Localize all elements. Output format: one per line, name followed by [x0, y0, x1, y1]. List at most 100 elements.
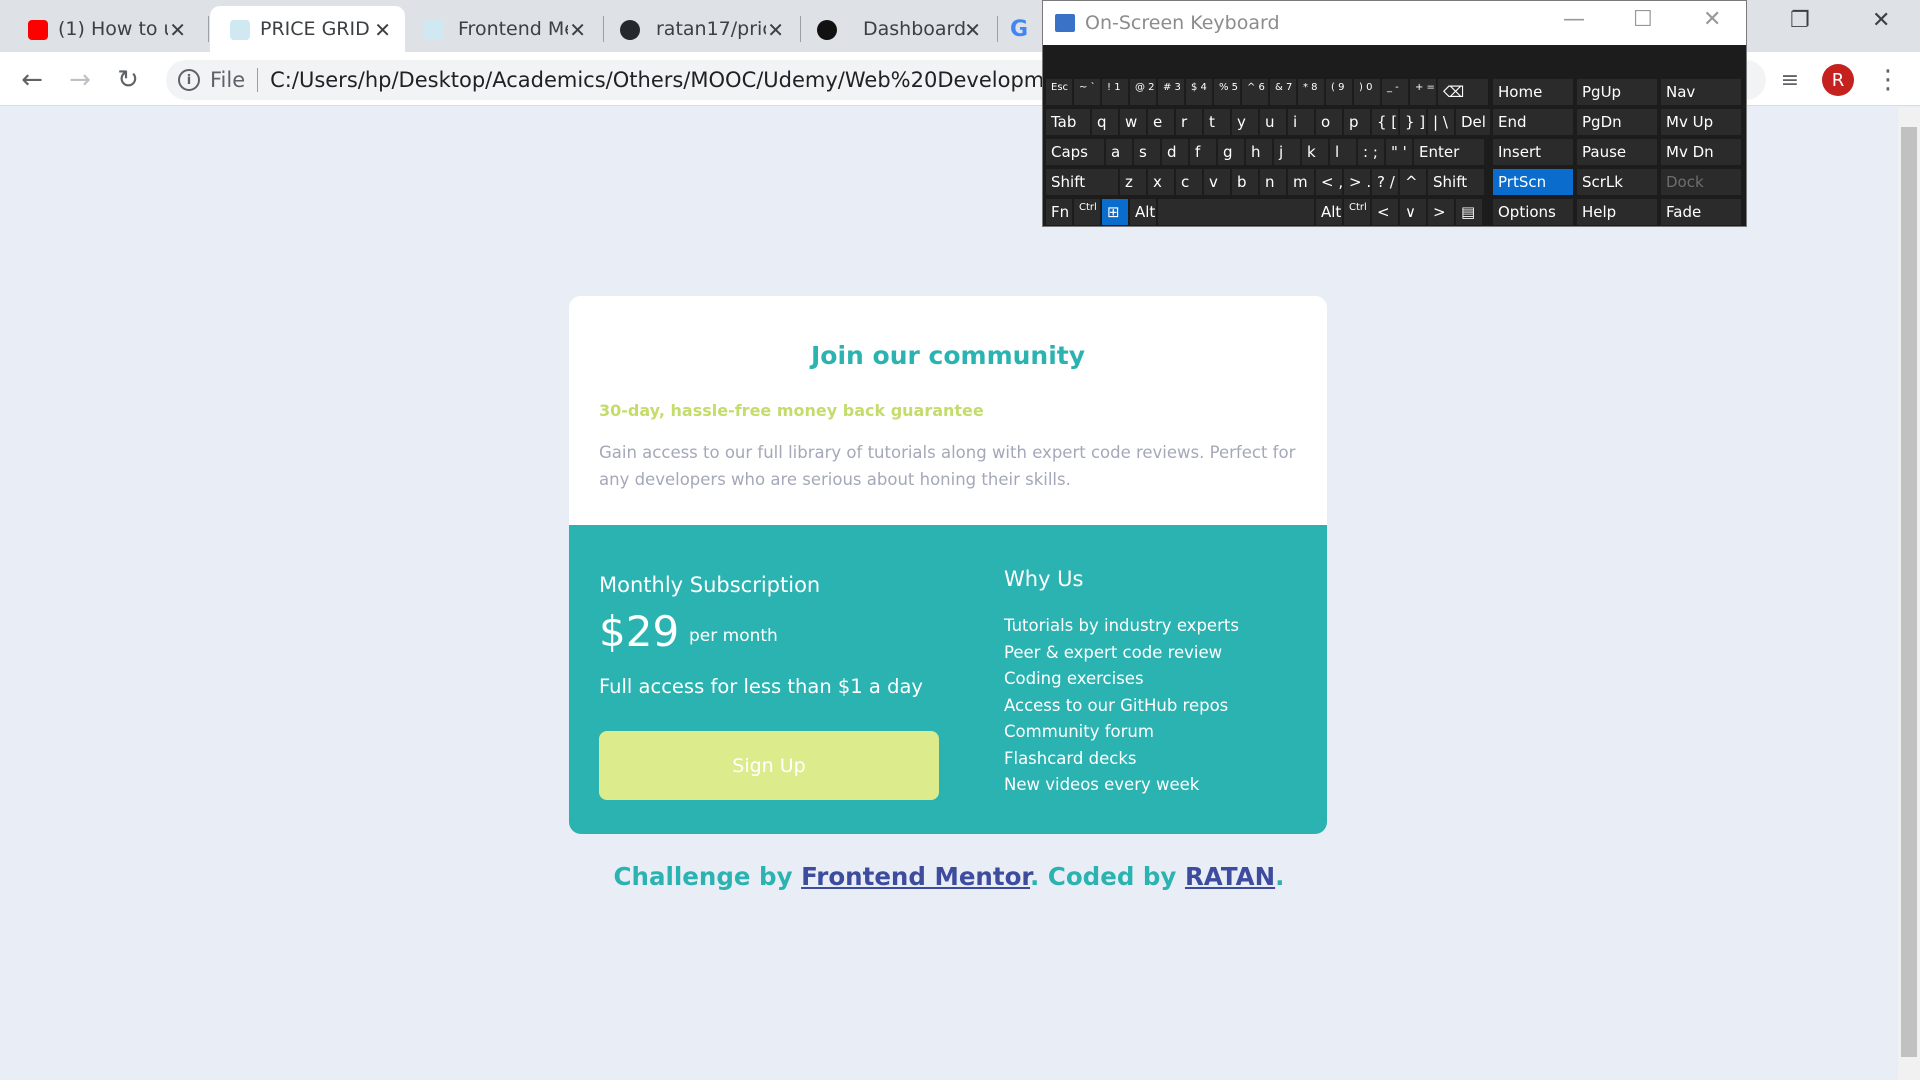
osk-key[interactable]: ∨: [1400, 199, 1426, 225]
osk-key[interactable]: e: [1148, 109, 1174, 135]
osk-nav-key[interactable]: Pause: [1577, 139, 1657, 165]
close-icon[interactable]: ✕: [169, 18, 186, 42]
scrollbar-thumb[interactable]: [1901, 127, 1917, 1057]
osk-nav-key[interactable]: End: [1493, 109, 1573, 135]
close-icon[interactable]: ✕: [1703, 7, 1721, 32]
window-close-icon[interactable]: ✕: [1872, 8, 1890, 33]
osk-nav-key[interactable]: ScrLk: [1577, 169, 1657, 195]
osk-key[interactable]: Ctrl: [1344, 199, 1370, 225]
close-icon[interactable]: ✕: [964, 18, 981, 42]
osk-nav-key[interactable]: Nav: [1661, 79, 1741, 105]
osk-key[interactable]: h: [1246, 139, 1272, 165]
osk-key[interactable]: ⊞: [1102, 199, 1128, 225]
osk-key[interactable]: * 8: [1298, 79, 1324, 105]
osk-nav-key[interactable]: Insert: [1493, 139, 1573, 165]
osk-key[interactable]: _ -: [1382, 79, 1408, 105]
osk-key[interactable]: Alt: [1316, 199, 1342, 225]
osk-key[interactable]: Ctrl: [1074, 199, 1100, 225]
forward-icon[interactable]: →: [62, 62, 98, 98]
reload-icon[interactable]: ↻: [110, 62, 146, 98]
osk-key[interactable]: w: [1120, 109, 1146, 135]
osk-key[interactable]: a: [1106, 139, 1132, 165]
osk-key[interactable]: q: [1092, 109, 1118, 135]
osk-nav-key[interactable]: Options: [1493, 199, 1573, 225]
osk-key[interactable]: ( 9: [1326, 79, 1352, 105]
osk-key[interactable]: ) 0: [1354, 79, 1380, 105]
osk-key[interactable]: Enter: [1414, 139, 1484, 165]
info-icon[interactable]: i: [178, 69, 200, 91]
osk-key[interactable]: [1158, 199, 1314, 225]
osk-nav-key[interactable]: Fade: [1661, 199, 1741, 225]
osk-key[interactable]: & 7: [1270, 79, 1296, 105]
osk-key[interactable]: m: [1288, 169, 1314, 195]
osk-key[interactable]: b: [1232, 169, 1258, 195]
sign-up-button[interactable]: Sign Up: [599, 731, 939, 800]
close-icon[interactable]: ✕: [374, 18, 391, 42]
osk-key[interactable]: c: [1176, 169, 1202, 195]
osk-nav-key[interactable]: PgDn: [1577, 109, 1657, 135]
osk-key[interactable]: Tab: [1046, 109, 1090, 135]
tab-youtube[interactable]: (1) How to u ✕: [20, 6, 200, 52]
tab-google[interactable]: G: [1000, 6, 1042, 52]
osk-key[interactable]: t: [1204, 109, 1230, 135]
osk-key[interactable]: " ': [1386, 139, 1412, 165]
osk-key[interactable]: @ 2: [1130, 79, 1156, 105]
osk-key[interactable]: > .: [1344, 169, 1370, 195]
osk-key[interactable]: d: [1162, 139, 1188, 165]
osk-key[interactable]: k: [1302, 139, 1328, 165]
osk-nav-key[interactable]: Help: [1577, 199, 1657, 225]
osk-key[interactable]: u: [1260, 109, 1286, 135]
close-icon[interactable]: ✕: [767, 18, 784, 42]
osk-key[interactable]: i: [1288, 109, 1314, 135]
osk-key[interactable]: Shift: [1428, 169, 1484, 195]
osk-key[interactable]: ~ `: [1074, 79, 1100, 105]
osk-key[interactable]: n: [1260, 169, 1286, 195]
osk-key[interactable]: < ,: [1316, 169, 1342, 195]
osk-key[interactable]: Esc: [1046, 79, 1072, 105]
menu-icon[interactable]: ⋮: [1870, 62, 1906, 98]
osk-key[interactable]: ⌫: [1438, 79, 1488, 105]
osk-key[interactable]: g: [1218, 139, 1244, 165]
close-icon[interactable]: ✕: [569, 18, 586, 42]
frontend-mentor-link[interactable]: Frontend Mentor: [801, 862, 1030, 891]
osk-key[interactable]: x: [1148, 169, 1174, 195]
osk-key[interactable]: Caps: [1046, 139, 1104, 165]
osk-key[interactable]: } ]: [1400, 109, 1426, 135]
osk-key[interactable]: + =: [1410, 79, 1436, 105]
osk-nav-key[interactable]: Dock: [1661, 169, 1741, 195]
tab-price-grid[interactable]: PRICE GRID ✕: [210, 6, 405, 52]
osk-key[interactable]: Fn: [1046, 199, 1072, 225]
osk-key[interactable]: l: [1330, 139, 1356, 165]
back-icon[interactable]: ←: [14, 62, 50, 98]
osk-key[interactable]: r: [1176, 109, 1202, 135]
osk-key[interactable]: s: [1134, 139, 1160, 165]
osk-key[interactable]: ! 1: [1102, 79, 1128, 105]
osk-nav-key[interactable]: Home: [1493, 79, 1573, 105]
author-link[interactable]: RATAN: [1185, 862, 1275, 891]
maximize-icon[interactable]: ☐: [1633, 7, 1653, 32]
osk-nav-key[interactable]: Mv Dn: [1661, 139, 1741, 165]
osk-nav-key[interactable]: PrtScn: [1493, 169, 1573, 195]
tab-github[interactable]: ratan17/pric ✕: [608, 6, 798, 52]
osk-key[interactable]: >: [1428, 199, 1454, 225]
osk-titlebar[interactable]: On-Screen Keyboard — ☐ ✕: [1043, 1, 1746, 45]
osk-key[interactable]: $ 4: [1186, 79, 1212, 105]
osk-nav-key[interactable]: PgUp: [1577, 79, 1657, 105]
minimize-icon[interactable]: —: [1563, 7, 1585, 32]
osk-nav-key[interactable]: Mv Up: [1661, 109, 1741, 135]
osk-key[interactable]: { [: [1372, 109, 1398, 135]
osk-key[interactable]: j: [1274, 139, 1300, 165]
osk-key[interactable]: | \: [1428, 109, 1454, 135]
osk-key[interactable]: Del: [1456, 109, 1490, 135]
osk-key[interactable]: <: [1372, 199, 1398, 225]
osk-key[interactable]: ▤: [1456, 199, 1482, 225]
tab-dashboard[interactable]: Dashboard - ✕: [805, 6, 995, 52]
restore-icon[interactable]: ❐: [1790, 8, 1810, 33]
scrollbar[interactable]: [1898, 107, 1920, 1080]
osk-key[interactable]: ^: [1400, 169, 1426, 195]
osk-key[interactable]: % 5: [1214, 79, 1240, 105]
osk-key[interactable]: y: [1232, 109, 1258, 135]
osk-key[interactable]: p: [1344, 109, 1370, 135]
osk-key[interactable]: v: [1204, 169, 1230, 195]
osk-key[interactable]: f: [1190, 139, 1216, 165]
